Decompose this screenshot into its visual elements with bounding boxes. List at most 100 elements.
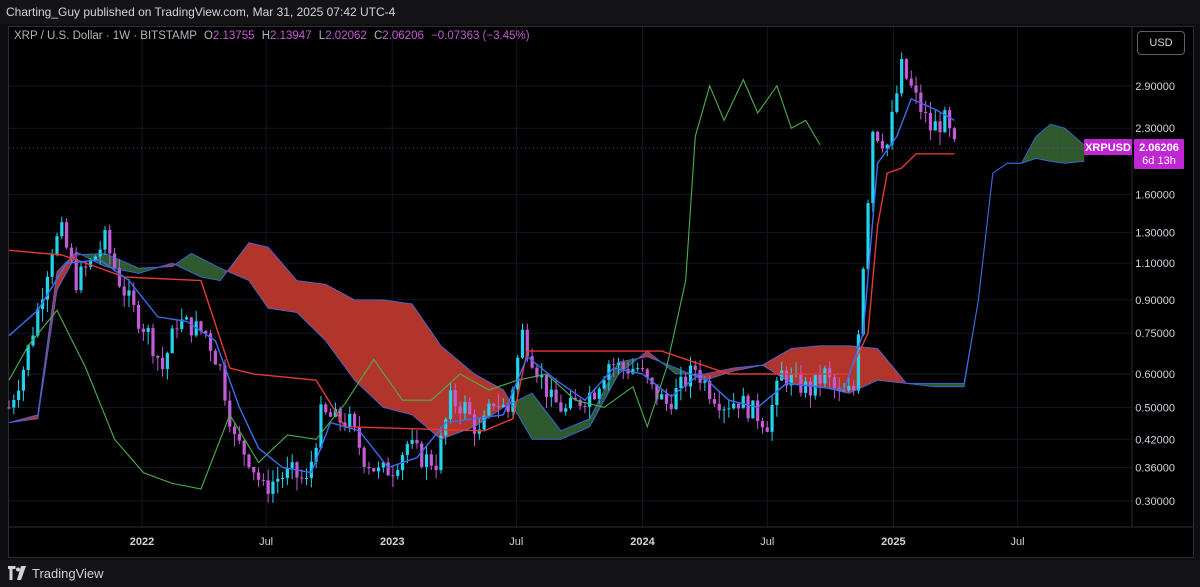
cloud-bear-segment <box>287 268 293 313</box>
cloud-bear-segment <box>296 280 303 318</box>
cloud-bear-segment <box>862 346 869 388</box>
cloud-bear-segment <box>402 302 408 414</box>
candle-down <box>909 78 913 86</box>
candle-down <box>108 230 112 254</box>
candle-up <box>463 402 467 414</box>
candle-up <box>703 380 707 383</box>
legend-symbol: XRP / U.S. Dollar · 1W · BITSTAMP <box>14 30 197 42</box>
cloud-bear-segment <box>805 346 811 386</box>
candle-down <box>852 386 856 391</box>
x-tick-label: Jul <box>259 536 273 548</box>
candle-up <box>444 419 448 436</box>
candle-down <box>237 434 241 441</box>
candle-down <box>952 128 957 140</box>
candle-up <box>813 375 817 396</box>
cloud-bull-segment <box>195 255 202 278</box>
candle-down <box>372 468 376 472</box>
candle-down <box>328 412 333 417</box>
cloud-bear-segment <box>421 316 427 428</box>
cloud-bull-segment <box>205 260 211 280</box>
candle-down <box>228 400 232 427</box>
cloud-bear-segment <box>882 353 888 382</box>
grid <box>9 27 1132 527</box>
candle-up <box>410 440 414 444</box>
candle-down <box>717 403 721 411</box>
candle-up <box>304 477 309 479</box>
candle-down <box>924 111 928 114</box>
cloud-bear-segment <box>335 288 341 362</box>
cloud-bear-segment <box>306 281 312 328</box>
candle-up <box>660 394 664 400</box>
cloud-bull-segment <box>1040 127 1046 161</box>
cloud-bear-segment <box>258 244 264 303</box>
candle-down <box>468 402 472 415</box>
candle-up <box>439 435 443 471</box>
cloud-bear-segment <box>315 282 322 337</box>
footer: TradingView <box>0 560 1200 587</box>
candle-up <box>319 404 323 448</box>
candle-down <box>141 328 145 332</box>
symbol-legend[interactable]: XRP / U.S. Dollar · 1W · BITSTAMP O2.137… <box>14 30 530 42</box>
candle-down <box>367 466 371 469</box>
candle-down <box>664 394 669 404</box>
candle-down <box>828 368 832 378</box>
candle-down <box>261 479 265 481</box>
cloud-bear-segment <box>383 299 389 410</box>
currency-button[interactable]: USD <box>1137 31 1185 55</box>
candle-down <box>914 85 918 93</box>
candle-down <box>453 390 457 407</box>
candle-up <box>516 357 520 390</box>
candle-down <box>621 362 625 369</box>
cloud-bull-segment <box>555 423 562 440</box>
cloud-bear-segment <box>344 294 351 375</box>
candle-down <box>698 369 702 383</box>
candle-down <box>132 290 136 305</box>
candle-down <box>808 381 813 396</box>
cloud-bear-segment <box>407 302 413 416</box>
candle-up <box>900 59 904 94</box>
candle-down <box>496 405 501 408</box>
candle-up <box>732 403 736 409</box>
candle-up <box>564 408 568 412</box>
cloud-bull-segment <box>1050 123 1056 163</box>
cloud-bull-segment <box>1054 125 1061 163</box>
ichimoku-chart[interactable]: 2.90000 2.30000 1.60000 1.30000 1.10000 0.900… <box>0 0 1200 587</box>
cloud-bear-segment <box>339 291 346 368</box>
cloud-bear-segment <box>325 283 331 349</box>
cloud-bear-segment <box>301 280 307 323</box>
candle-down <box>669 403 673 409</box>
candle-down <box>429 454 433 466</box>
candle-down <box>247 454 251 467</box>
candle-down <box>156 355 160 358</box>
candle-up <box>943 110 947 133</box>
candle-down <box>300 477 304 479</box>
candle-down <box>218 364 222 366</box>
candle-up <box>93 256 97 260</box>
candle-down <box>252 466 256 473</box>
candle-up <box>276 478 280 482</box>
legend-close: 2.06206 <box>382 30 424 42</box>
cloud-bear-segment <box>311 282 317 332</box>
cloud-bear-segment <box>493 384 499 415</box>
candle-up <box>21 369 25 391</box>
candle-down <box>122 286 126 296</box>
candle-up <box>568 397 573 409</box>
candle-up <box>26 345 30 370</box>
candle-up <box>520 329 525 358</box>
candle-down <box>640 368 645 370</box>
candle-down <box>880 141 885 149</box>
candle-down <box>612 364 616 366</box>
candle-down <box>746 395 750 419</box>
cloud-bear-segment <box>387 300 394 411</box>
candle-up <box>36 308 40 336</box>
cloud-bear-segment <box>392 300 399 412</box>
cloud-bear-segment <box>282 263 288 312</box>
candle-up <box>674 387 678 409</box>
candle-up <box>146 328 150 332</box>
candle-up <box>722 409 726 411</box>
candle-up <box>79 266 83 291</box>
candle-down <box>559 402 563 412</box>
cloud-bear-segment <box>330 286 336 355</box>
candle-up <box>448 390 453 420</box>
candle-up <box>103 230 107 250</box>
